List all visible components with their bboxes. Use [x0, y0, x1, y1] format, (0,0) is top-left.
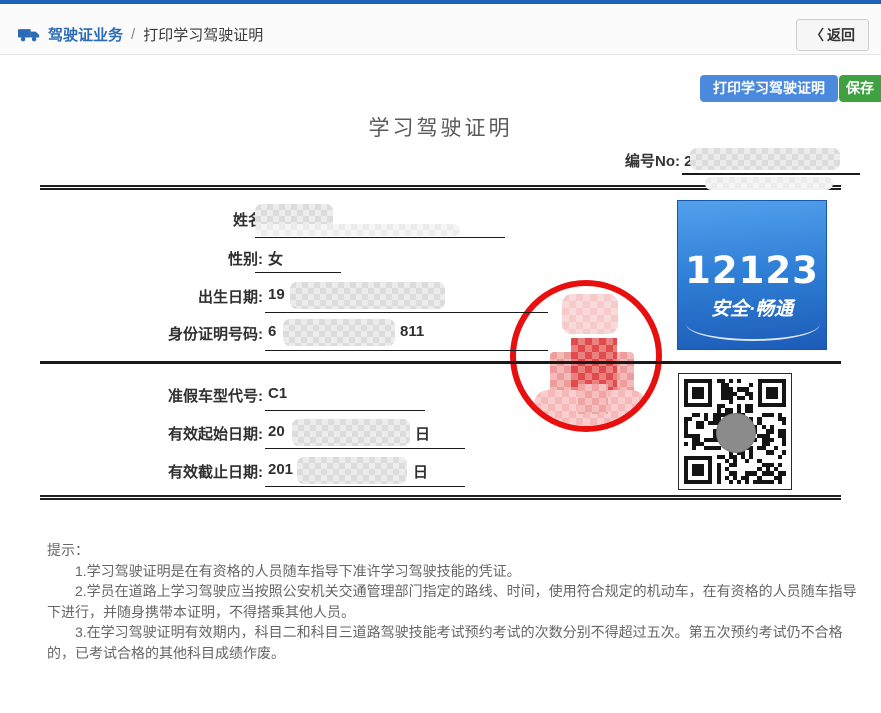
gender-underline — [255, 272, 341, 273]
birth-date-visible: 19 — [268, 286, 285, 303]
tip-item-2: 2.学员在道路上学习驾驶应当按照公安机关交通管理部门指定的路线、时间，使用符合规… — [47, 581, 859, 622]
header-bar: 驾驶证业务 / 打印学习驾驶证明 〈返回 — [0, 4, 881, 55]
vehicle-type-label: 准假车型代号: — [40, 385, 263, 406]
page: 驾驶证业务 / 打印学习驾驶证明 〈返回 打印学习驾驶证明 保存 学习驾驶证明 … — [0, 0, 881, 713]
back-chevron-icon: 〈 — [810, 27, 824, 43]
tips-section: 提示： 1.学习驾驶证明是在有资格的人员随车指导下准许学习驾驶技能的凭证。 2.… — [47, 540, 859, 663]
breadcrumb: 驾驶证业务 / 打印学习驾驶证明 — [18, 24, 263, 45]
qr-finder-top-right — [758, 379, 786, 407]
qr-center-logo-circle — [716, 413, 756, 453]
serial-underline — [682, 173, 860, 175]
serial-redacted-tail — [705, 177, 833, 190]
breadcrumb-separator: / — [131, 26, 135, 43]
birth-date-underline — [265, 312, 548, 313]
id-number-label: 身份证明号码: — [40, 323, 263, 344]
12123-logo-arc — [686, 307, 820, 341]
vehicle-type-underline — [265, 410, 425, 411]
valid-to-visible: 201 — [268, 461, 293, 478]
id-number-redacted — [283, 319, 395, 346]
breadcrumb-section[interactable]: 驾驶证业务 — [48, 24, 123, 45]
qr-finder-top-left — [684, 379, 712, 407]
serial-redacted — [690, 148, 840, 170]
certificate-middle-rule — [40, 361, 841, 364]
tip-item-1: 1.学习驾驶证明是在有资格的人员随车指导下准许学习驾驶技能的凭证。 — [47, 561, 859, 582]
certificate-title: 学习驾驶证明 — [0, 112, 881, 142]
qr-finder-bottom-left — [684, 456, 712, 484]
seal-mosaic-neck — [578, 384, 608, 414]
valid-from-visible: 20 — [268, 423, 285, 440]
vehicle-type-value: C1 — [268, 385, 287, 402]
12123-logo: 12123 安全·畅通 — [677, 200, 827, 350]
id-number-underline — [265, 350, 548, 351]
valid-from-suffix: 日 — [415, 423, 430, 444]
save-button[interactable]: 保存 — [839, 75, 881, 102]
birth-date-redacted — [290, 282, 445, 309]
id-number-prefix: 6 — [268, 323, 276, 340]
name-redacted-tail — [255, 224, 460, 236]
seal-mosaic-top — [562, 294, 618, 334]
truck-icon — [18, 27, 40, 43]
serial-label: 编号No: — [625, 153, 680, 170]
birth-date-label: 出生日期: — [40, 286, 263, 307]
gender-label: 性别: — [40, 248, 263, 269]
12123-logo-number: 12123 — [678, 249, 826, 292]
breadcrumb-page: 打印学习驾驶证明 — [143, 24, 263, 45]
qr-code — [678, 373, 792, 490]
valid-to-suffix: 日 — [413, 461, 428, 482]
valid-to-label: 有效截止日期: — [40, 461, 263, 482]
back-button[interactable]: 〈返回 — [796, 19, 869, 51]
tip-item-3: 3.在学习驾驶证明有效期内，科目二和科目三道路驾驶技能考试预约考试的次数分别不得… — [47, 622, 859, 663]
print-certificate-button[interactable]: 打印学习驾驶证明 — [700, 75, 838, 102]
valid-from-label: 有效起始日期: — [40, 423, 263, 444]
id-number-suffix: 811 — [400, 323, 424, 340]
valid-to-underline — [265, 486, 465, 487]
name-underline — [255, 237, 505, 238]
certificate-bottom-rule — [40, 495, 841, 500]
official-seal-circle — [510, 280, 662, 432]
back-button-label: 返回 — [827, 27, 855, 43]
valid-to-redacted — [297, 457, 407, 484]
name-label: 姓名 — [40, 209, 263, 230]
gender-value: 女 — [268, 248, 283, 269]
tips-heading: 提示： — [47, 540, 859, 561]
valid-from-redacted — [292, 419, 410, 446]
valid-from-underline — [265, 448, 465, 449]
